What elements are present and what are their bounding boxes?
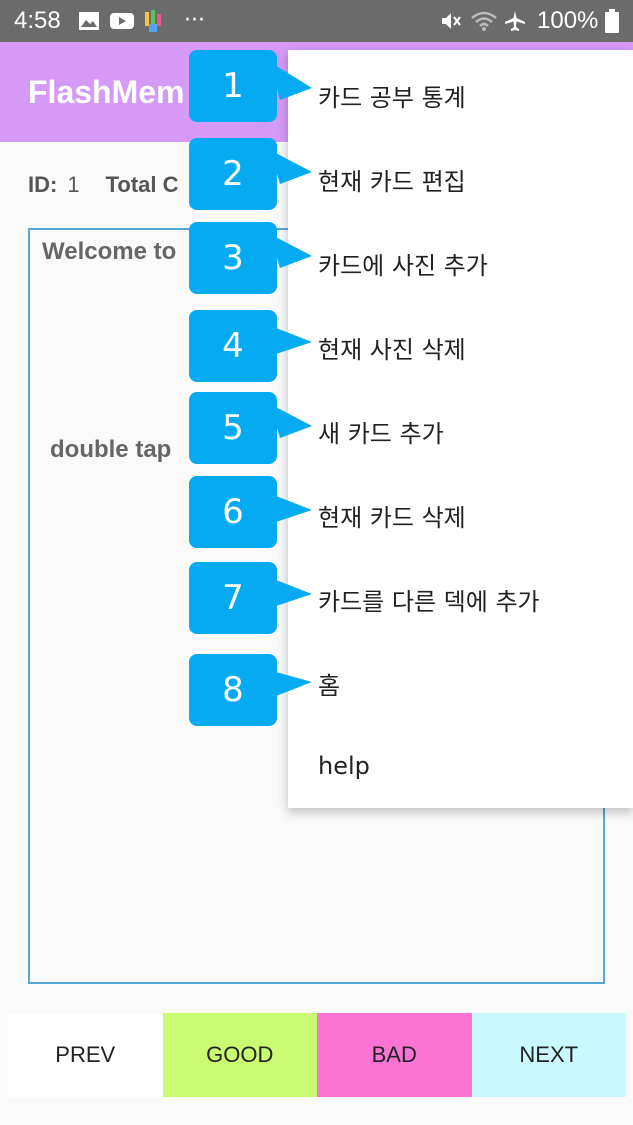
total-cards-label: Total C xyxy=(105,172,179,197)
id-value: 1 xyxy=(67,172,80,197)
status-bar: 4:58 ··· 100% xyxy=(0,0,633,42)
badge-8: 8 xyxy=(189,654,277,726)
menu-item-help[interactable]: help xyxy=(318,752,370,780)
badge-1: 1 xyxy=(189,50,277,122)
badge-3: 3 xyxy=(189,222,277,294)
menu-item-delete-photo[interactable]: 현재 사진 삭제 xyxy=(318,330,466,365)
id-label: ID: xyxy=(28,172,58,197)
youtube-icon xyxy=(110,10,134,36)
menu-item-study-stats[interactable]: 카드 공부 통계 xyxy=(318,78,466,113)
badge-5: 5 xyxy=(189,392,277,464)
good-button[interactable]: GOOD xyxy=(162,1013,317,1097)
badge-2: 2 xyxy=(189,138,277,210)
more-dots-icon: ··· xyxy=(184,8,205,33)
card-welcome-text: Welcome to xyxy=(42,238,177,265)
menu-item-add-photo[interactable]: 카드에 사진 추가 xyxy=(318,246,488,281)
menu-item-delete-card[interactable]: 현재 카드 삭제 xyxy=(318,498,466,533)
menu-item-add-to-deck[interactable]: 카드를 다른 덱에 추가 xyxy=(318,582,540,617)
battery-percent: 100% xyxy=(537,7,599,34)
wifi-icon xyxy=(470,10,498,36)
menu-item-home[interactable]: 홈 xyxy=(318,666,340,701)
app-title: FlashMem xyxy=(28,74,185,110)
menu-item-add-card[interactable]: 새 카드 추가 xyxy=(318,414,444,449)
badge-7: 7 xyxy=(189,562,277,634)
apps-icon xyxy=(143,10,165,38)
next-button[interactable]: NEXT xyxy=(471,1013,626,1097)
card-hint-text: double tap xyxy=(50,436,172,463)
image-icon xyxy=(78,10,100,36)
battery-icon xyxy=(605,9,619,37)
overflow-menu: 카드 공부 통계 현재 카드 편집 카드에 사진 추가 현재 사진 삭제 새 카… xyxy=(288,50,633,808)
badge-4: 4 xyxy=(189,310,277,382)
mute-icon xyxy=(440,10,462,36)
action-button-bar: PREV GOOD BAD NEXT xyxy=(8,1013,626,1097)
bad-button[interactable]: BAD xyxy=(317,1013,472,1097)
card-info-row: ID: 1 Total C xyxy=(28,172,179,198)
status-time: 4:58 xyxy=(14,7,61,34)
airplane-icon xyxy=(503,10,527,36)
badge-6: 6 xyxy=(189,476,277,548)
prev-button[interactable]: PREV xyxy=(8,1013,163,1097)
menu-item-edit-card[interactable]: 현재 카드 편집 xyxy=(318,162,466,197)
